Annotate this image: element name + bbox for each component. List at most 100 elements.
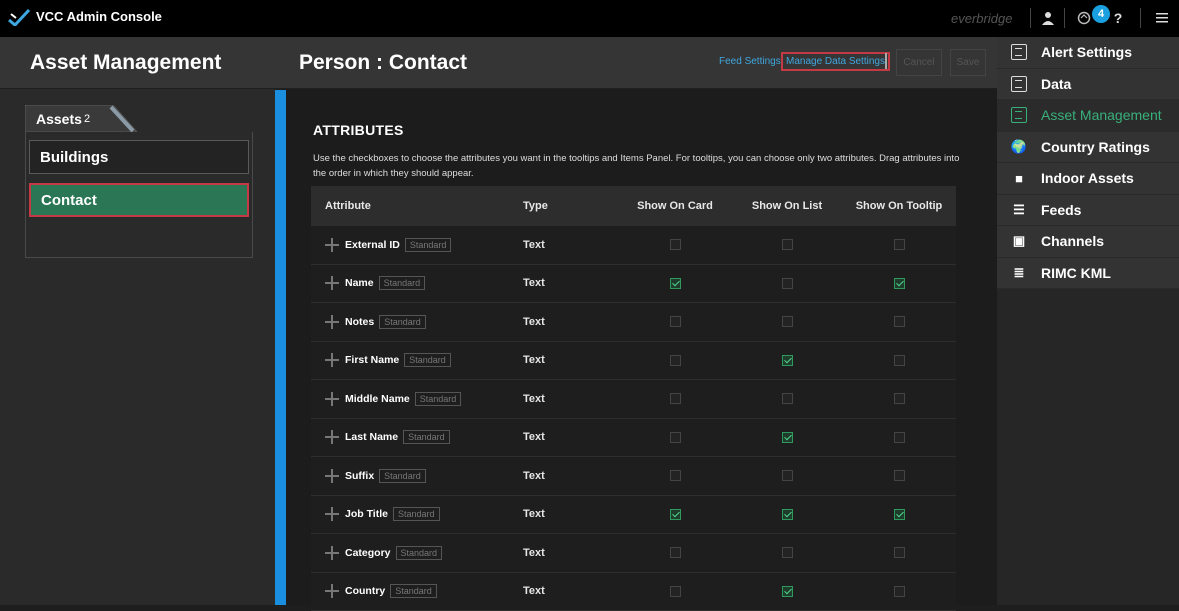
channels-icon: ▣ — [1011, 233, 1027, 249]
tooltip-cell — [843, 393, 955, 404]
show-on-tooltip-checkbox[interactable] — [894, 547, 905, 558]
table-row[interactable]: External IDStandardText — [311, 226, 956, 265]
drag-handle-icon[interactable] — [325, 584, 339, 598]
nav-item-indoor-assets[interactable]: ■Indoor Assets — [997, 163, 1179, 195]
nav-item-rimc-kml[interactable]: ≣ RIMC KML — [997, 258, 1179, 290]
attribute-name: First Name — [345, 354, 399, 366]
drag-handle-icon[interactable] — [325, 392, 339, 406]
table-row[interactable]: CountryStandardText — [311, 573, 956, 611]
list-cell — [731, 586, 843, 597]
main-panel: Person : Contact Feed Settings Manage Da… — [275, 37, 997, 605]
show-on-card-checkbox[interactable] — [670, 316, 681, 327]
attribute-cell: Job TitleStandard — [311, 507, 509, 521]
table-row[interactable]: NameStandardText — [311, 265, 956, 304]
show-on-card-checkbox[interactable] — [670, 432, 681, 443]
help-icon[interactable]: ? — [1112, 9, 1124, 27]
card-cell — [619, 355, 731, 366]
attribute-name: Last Name — [345, 431, 398, 443]
app-title: VCC Admin Console — [36, 9, 162, 24]
manage-data-settings-link[interactable]: Manage Data Settings — [781, 52, 890, 71]
feed-settings-link[interactable]: Feed Settings — [719, 56, 781, 67]
drag-handle-icon[interactable] — [325, 507, 339, 521]
show-on-card-checkbox[interactable] — [670, 547, 681, 558]
show-on-list-checkbox[interactable] — [782, 278, 793, 289]
nav-item-data[interactable]: Data — [997, 69, 1179, 101]
table-row[interactable]: First NameStandardText — [311, 342, 956, 381]
nav-item-label: RIMC KML — [1041, 265, 1111, 281]
list-cell — [731, 278, 843, 289]
drag-handle-icon[interactable] — [325, 315, 339, 329]
show-on-card-checkbox[interactable] — [670, 355, 681, 366]
attribute-cell: External IDStandard — [311, 238, 509, 252]
show-on-list-checkbox[interactable] — [782, 393, 793, 404]
table-body: External IDStandardTextNameStandardTextN… — [311, 226, 956, 611]
show-on-tooltip-checkbox[interactable] — [894, 393, 905, 404]
drag-handle-icon[interactable] — [325, 353, 339, 367]
show-on-card-checkbox[interactable] — [670, 393, 681, 404]
card-cell — [619, 509, 731, 520]
nav-item-channels[interactable]: ▣Channels — [997, 226, 1179, 258]
col-show-on-list: Show On List — [731, 200, 843, 212]
type-cell: Text — [509, 316, 619, 328]
asset-item-buildings[interactable]: Buildings — [29, 140, 249, 174]
drag-handle-icon[interactable] — [325, 276, 339, 290]
top-bar: VCC Admin Console everbridge 4 ? — [0, 0, 1179, 37]
divider — [885, 53, 887, 69]
nav-item-country-ratings[interactable]: 🌍Country Ratings — [997, 132, 1179, 164]
attribute-name: Name — [345, 277, 374, 289]
cancel-button[interactable]: Cancel — [896, 49, 942, 76]
show-on-list-checkbox[interactable] — [782, 239, 793, 250]
globe-icon: 🌍 — [1011, 139, 1027, 155]
show-on-list-checkbox[interactable] — [782, 547, 793, 558]
show-on-tooltip-checkbox[interactable] — [894, 586, 905, 597]
card-cell — [619, 278, 731, 289]
user-icon[interactable] — [1040, 9, 1056, 27]
show-on-list-checkbox[interactable] — [782, 316, 793, 327]
type-cell: Text — [509, 508, 619, 520]
kml-file-icon: ≣ — [1011, 265, 1027, 281]
table-row[interactable]: Job TitleStandardText — [311, 496, 956, 535]
show-on-card-checkbox[interactable] — [670, 509, 681, 520]
drag-handle-icon[interactable] — [325, 546, 339, 560]
show-on-list-checkbox[interactable] — [782, 470, 793, 481]
nav-item-asset-management[interactable]: Asset Management — [997, 100, 1179, 132]
show-on-tooltip-checkbox[interactable] — [894, 470, 905, 481]
show-on-tooltip-checkbox[interactable] — [894, 278, 905, 289]
show-on-card-checkbox[interactable] — [670, 278, 681, 289]
drag-handle-icon[interactable] — [325, 430, 339, 444]
standard-tag: Standard — [379, 276, 426, 290]
table-row[interactable]: Middle NameStandardText — [311, 380, 956, 419]
table-row[interactable]: SuffixStandardText — [311, 457, 956, 496]
assets-tab[interactable]: Assets 2 — [25, 105, 137, 133]
show-on-tooltip-checkbox[interactable] — [894, 239, 905, 250]
show-on-tooltip-checkbox[interactable] — [894, 432, 905, 443]
notification-badge: 4 — [1092, 5, 1110, 23]
show-on-card-checkbox[interactable] — [670, 586, 681, 597]
nav-item-alert-settings[interactable]: Alert Settings — [997, 37, 1179, 69]
asset-item-contact[interactable]: Contact — [29, 183, 249, 217]
table-row[interactable]: NotesStandardText — [311, 303, 956, 342]
alerts-icon[interactable] — [1076, 9, 1092, 27]
drag-handle-icon[interactable] — [325, 238, 339, 252]
attribute-cell: CountryStandard — [311, 584, 509, 598]
table-row[interactable]: CategoryStandardText — [311, 534, 956, 573]
show-on-card-checkbox[interactable] — [670, 239, 681, 250]
menu-icon[interactable] — [1155, 9, 1169, 27]
show-on-tooltip-checkbox[interactable] — [894, 316, 905, 327]
show-on-tooltip-checkbox[interactable] — [894, 509, 905, 520]
save-button[interactable]: Save — [950, 49, 986, 76]
card-cell — [619, 586, 731, 597]
list-cell — [731, 393, 843, 404]
tooltip-cell — [843, 432, 955, 443]
show-on-list-checkbox[interactable] — [782, 432, 793, 443]
table-row[interactable]: Last NameStandardText — [311, 419, 956, 458]
vcc-logo-icon — [8, 8, 30, 26]
show-on-card-checkbox[interactable] — [670, 470, 681, 481]
nav-item-feeds[interactable]: ☰Feeds — [997, 195, 1179, 227]
attribute-cell: CategoryStandard — [311, 546, 509, 560]
show-on-list-checkbox[interactable] — [782, 509, 793, 520]
show-on-list-checkbox[interactable] — [782, 586, 793, 597]
show-on-list-checkbox[interactable] — [782, 355, 793, 366]
drag-handle-icon[interactable] — [325, 469, 339, 483]
show-on-tooltip-checkbox[interactable] — [894, 355, 905, 366]
